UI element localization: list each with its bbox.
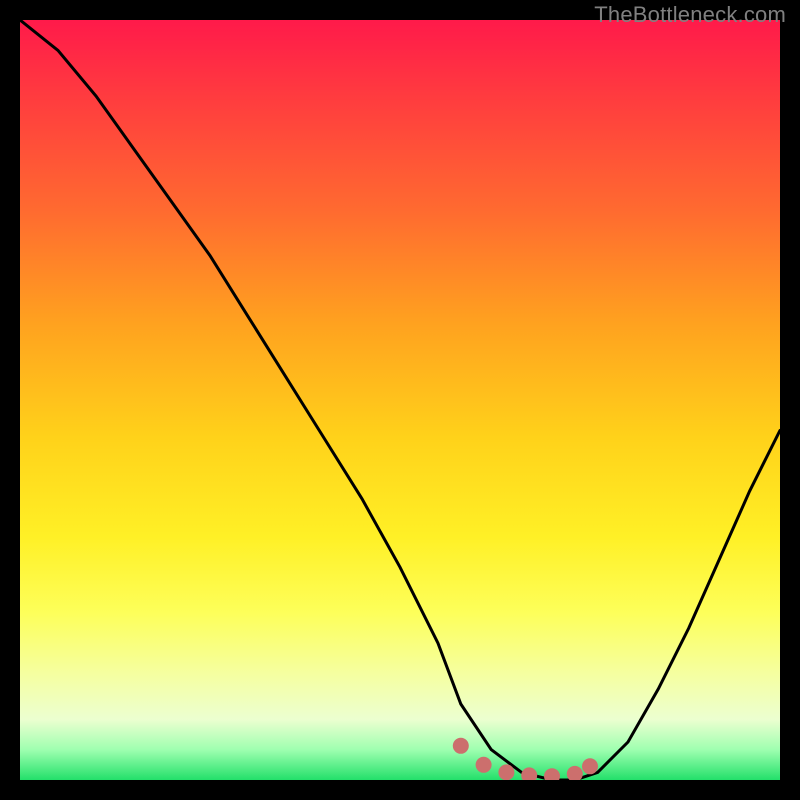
chart-stage: TheBottleneck.com	[0, 0, 800, 800]
watermark-text: TheBottleneck.com	[594, 2, 786, 28]
curve-marker	[498, 764, 514, 780]
curve-marker	[521, 767, 537, 780]
curve-marker	[544, 768, 560, 780]
bottleneck-curve	[20, 20, 780, 780]
curve-marker	[567, 766, 583, 780]
curve-marker	[476, 757, 492, 773]
chart-svg	[20, 20, 780, 780]
curve-marker	[453, 738, 469, 754]
bottleneck-markers	[453, 738, 598, 780]
plot-area	[20, 20, 780, 780]
curve-marker	[582, 758, 598, 774]
